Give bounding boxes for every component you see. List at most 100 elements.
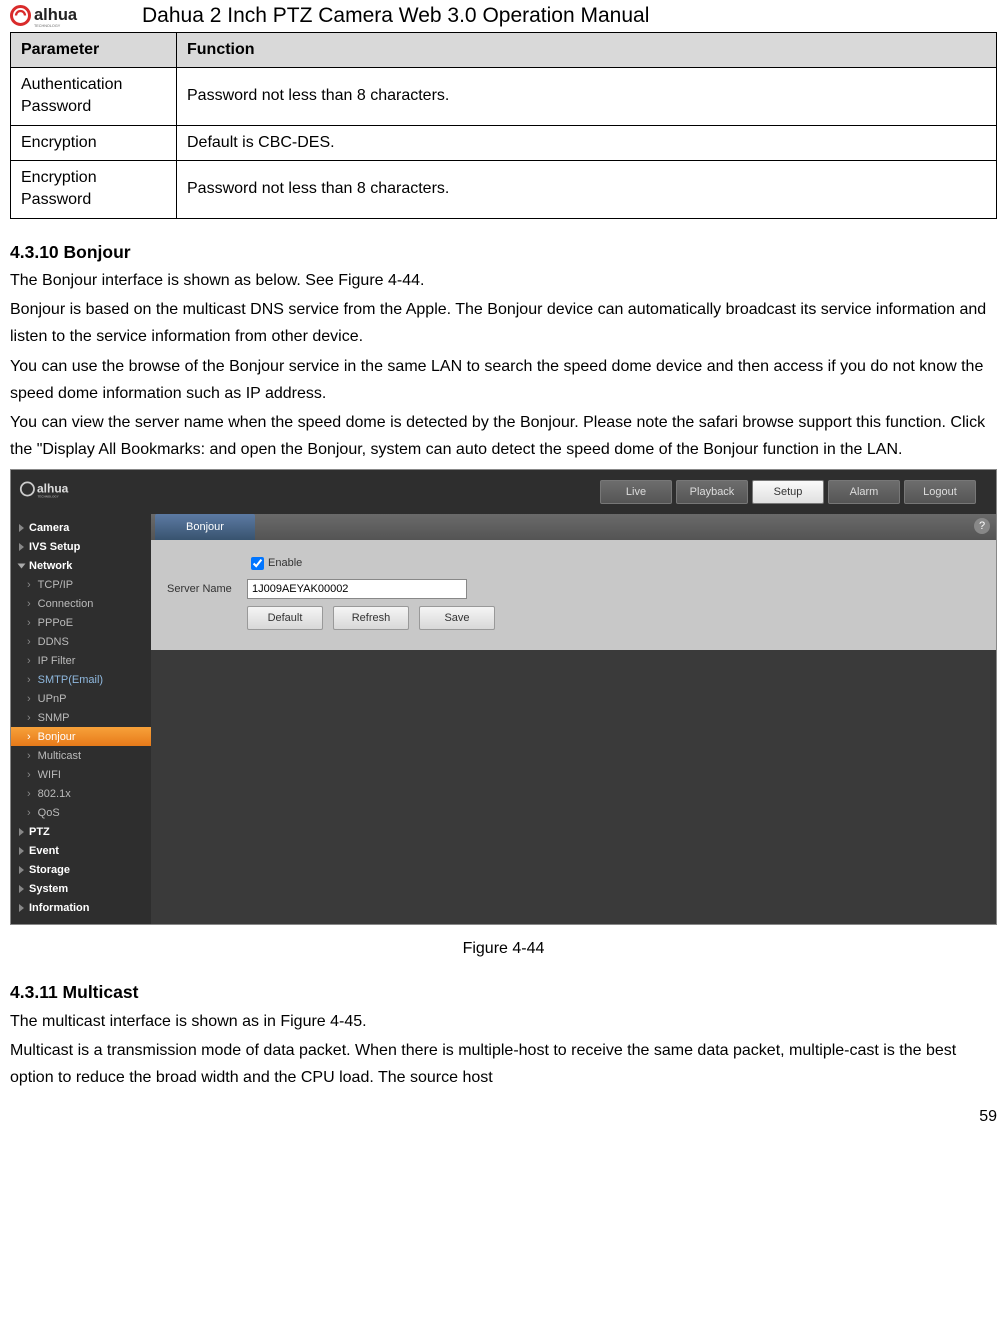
sidebar-item-information[interactable]: Information bbox=[11, 898, 151, 917]
panel-header: Bonjour bbox=[151, 514, 996, 540]
col-header-function: Function bbox=[177, 32, 997, 67]
body-text: Bonjour is based on the multicast DNS se… bbox=[10, 296, 997, 350]
sidebar-item-8021x[interactable]: › 802.1x bbox=[11, 784, 151, 803]
svg-text:alhua: alhua bbox=[34, 6, 78, 24]
document-header: alhua TECHNOLOGY Dahua 2 Inch PTZ Camera… bbox=[10, 0, 997, 32]
chevron-right-icon: › bbox=[27, 615, 31, 632]
chevron-right-icon: › bbox=[27, 672, 31, 689]
screenshot-main-panel: Bonjour ? Enable Server Name Default Ref… bbox=[151, 514, 996, 924]
sidebar-item-pppoe[interactable]: › PPPoE bbox=[11, 613, 151, 632]
document-title: Dahua 2 Inch PTZ Camera Web 3.0 Operatio… bbox=[142, 0, 649, 32]
chevron-right-icon: › bbox=[27, 634, 31, 651]
chevron-right-icon: › bbox=[27, 748, 31, 765]
sidebar-label: Storage bbox=[29, 862, 70, 879]
section-heading-multicast: 4.3.11 Multicast bbox=[10, 979, 997, 1005]
body-text: You can use the browse of the Bonjour se… bbox=[10, 353, 997, 407]
param-cell: Encryption Password bbox=[11, 161, 177, 219]
screenshot-sidebar: Camera IVS Setup Network › TCP/IP ›Connec… bbox=[11, 514, 151, 924]
panel-tab-bonjour[interactable]: Bonjour bbox=[155, 514, 255, 540]
page-number: 59 bbox=[10, 1105, 997, 1129]
section-heading-bonjour: 4.3.10 Bonjour bbox=[10, 239, 997, 265]
sidebar-label: WIFI bbox=[38, 767, 61, 784]
body-text: Multicast is a transmission mode of data… bbox=[10, 1037, 997, 1091]
sidebar-label: Event bbox=[29, 843, 59, 860]
param-cell: Authentication Password bbox=[11, 67, 177, 125]
sidebar-item-snmp[interactable]: ›SNMP bbox=[11, 708, 151, 727]
svg-text:TECHNOLOGY: TECHNOLOGY bbox=[38, 494, 59, 498]
brand-logo: alhua TECHNOLOGY bbox=[10, 1, 130, 31]
svg-text:TECHNOLOGY: TECHNOLOGY bbox=[34, 24, 61, 28]
sidebar-item-system[interactable]: System bbox=[11, 879, 151, 898]
alhua-logo-icon: alhua TECHNOLOGY bbox=[19, 476, 109, 502]
tab-setup[interactable]: Setup bbox=[752, 480, 824, 504]
sidebar-label: Information bbox=[29, 900, 90, 917]
func-cell: Password not less than 8 characters. bbox=[177, 67, 997, 125]
param-cell: Encryption bbox=[11, 125, 177, 160]
table-row: Authentication Password Password not les… bbox=[11, 67, 997, 125]
sidebar-item-ivs-setup[interactable]: IVS Setup bbox=[11, 537, 151, 556]
sidebar-label: PPPoE bbox=[38, 615, 73, 632]
chevron-down-icon bbox=[18, 563, 26, 568]
sidebar-item-smtp[interactable]: › SMTP(Email) bbox=[11, 670, 151, 689]
figure-caption: Figure 4-44 bbox=[10, 937, 997, 961]
sidebar-label: QoS bbox=[38, 805, 60, 822]
chevron-right-icon bbox=[19, 524, 24, 532]
sidebar-item-ip-filter[interactable]: ›IP Filter bbox=[11, 651, 151, 670]
sidebar-label: Multicast bbox=[38, 748, 81, 765]
sidebar-item-tcpip[interactable]: › TCP/IP bbox=[11, 575, 151, 594]
sidebar-label: Bonjour bbox=[38, 729, 76, 746]
default-button[interactable]: Default bbox=[247, 606, 323, 630]
func-cell: Default is CBC-DES. bbox=[177, 125, 997, 160]
sidebar-item-ddns[interactable]: › DDNS bbox=[11, 632, 151, 651]
sidebar-label: SMTP(Email) bbox=[38, 672, 103, 689]
server-name-row: Server Name bbox=[167, 576, 980, 602]
enable-row: Enable bbox=[167, 550, 980, 576]
sidebar-label: Network bbox=[29, 558, 72, 575]
tab-logout[interactable]: Logout bbox=[904, 480, 976, 504]
top-tab-bar: Live Playback Setup Alarm Logout bbox=[600, 480, 988, 504]
sidebar-item-bonjour[interactable]: › Bonjour bbox=[11, 727, 151, 746]
bonjour-form: Enable Server Name Default Refresh Save bbox=[151, 540, 996, 650]
enable-checkbox[interactable] bbox=[251, 557, 264, 570]
bonjour-screenshot-figure: alhua TECHNOLOGY Live Playback Setup Ala… bbox=[10, 469, 997, 925]
chevron-right-icon bbox=[19, 828, 24, 836]
refresh-button[interactable]: Refresh bbox=[333, 606, 409, 630]
sidebar-item-event[interactable]: Event bbox=[11, 841, 151, 860]
chevron-right-icon: › bbox=[27, 805, 31, 822]
col-header-parameter: Parameter bbox=[11, 32, 177, 67]
tab-alarm[interactable]: Alarm bbox=[828, 480, 900, 504]
button-row: Default Refresh Save bbox=[247, 606, 980, 630]
sidebar-label: DDNS bbox=[38, 634, 69, 651]
chevron-right-icon: › bbox=[27, 577, 31, 594]
chevron-right-icon bbox=[19, 904, 24, 912]
screenshot-logo: alhua TECHNOLOGY bbox=[19, 476, 109, 510]
sidebar-item-multicast[interactable]: › Multicast bbox=[11, 746, 151, 765]
screenshot-topbar: alhua TECHNOLOGY Live Playback Setup Ala… bbox=[11, 470, 996, 514]
sidebar-item-wifi[interactable]: › WIFI bbox=[11, 765, 151, 784]
sidebar-label: 802.1x bbox=[38, 786, 71, 803]
alhua-logo-icon: alhua TECHNOLOGY bbox=[10, 2, 130, 29]
server-name-input[interactable] bbox=[247, 579, 467, 599]
chevron-right-icon bbox=[19, 885, 24, 893]
chevron-right-icon: › bbox=[27, 767, 31, 784]
sidebar-label: TCP/IP bbox=[38, 577, 73, 594]
sidebar-item-qos[interactable]: › QoS bbox=[11, 803, 151, 822]
enable-label: Enable bbox=[268, 555, 302, 572]
chevron-right-icon: › bbox=[27, 653, 31, 670]
chevron-right-icon: › bbox=[27, 729, 31, 746]
sidebar-item-camera[interactable]: Camera bbox=[11, 518, 151, 537]
sidebar-item-ptz[interactable]: PTZ bbox=[11, 822, 151, 841]
chevron-right-icon: › bbox=[27, 786, 31, 803]
tab-live[interactable]: Live bbox=[600, 480, 672, 504]
body-text: You can view the server name when the sp… bbox=[10, 409, 997, 463]
body-text: The Bonjour interface is shown as below.… bbox=[10, 267, 997, 294]
sidebar-item-connection[interactable]: ›Connection bbox=[11, 594, 151, 613]
sidebar-item-upnp[interactable]: ›UPnP bbox=[11, 689, 151, 708]
chevron-right-icon: › bbox=[27, 710, 31, 727]
tab-playback[interactable]: Playback bbox=[676, 480, 748, 504]
sidebar-item-network[interactable]: Network bbox=[11, 556, 151, 575]
sidebar-label: System bbox=[29, 881, 68, 898]
sidebar-label: IVS Setup bbox=[29, 539, 80, 556]
save-button[interactable]: Save bbox=[419, 606, 495, 630]
sidebar-item-storage[interactable]: Storage bbox=[11, 860, 151, 879]
